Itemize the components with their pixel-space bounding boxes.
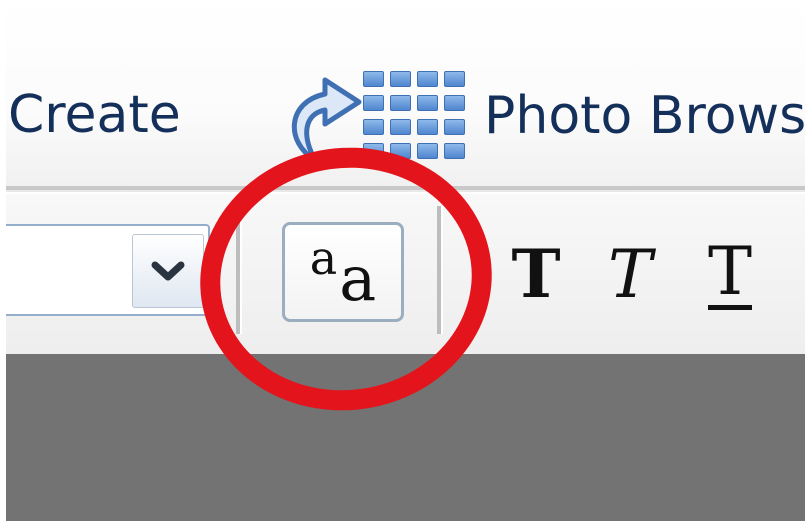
dropdown-button[interactable] [132,234,204,308]
menu-photo-browser[interactable]: Photo Brows [281,68,805,164]
menu-divider [6,186,805,192]
toolbar-separator [437,206,443,334]
workspace-area [6,354,805,521]
text-size-small-glyph: a [309,231,338,285]
italic-icon: T [607,235,653,313]
thumbnail-grid-icon [363,71,465,161]
menu-create[interactable]: Create [8,80,181,150]
photo-browser-grid-arrow-icon [281,68,466,164]
underline-icon: T [707,232,753,310]
underline-button[interactable]: T [698,224,762,324]
left-margin [0,0,6,521]
menu-bar: Create Photo Brows [6,0,805,190]
menu-photo-browser-label: Photo Brows [484,86,805,146]
bold-button[interactable]: T [504,224,568,324]
chevron-down-icon [151,261,185,281]
text-size-large-glyph: a [339,241,377,315]
italic-button[interactable]: T [598,224,662,324]
menu-create-label: Create [8,85,181,145]
bold-icon: T [511,235,561,313]
format-toolbar: a a T T T [0,194,805,354]
curved-arrow-icon [291,77,362,163]
text-size-button[interactable]: a a [282,222,404,322]
screenshot-frame: Create Photo Brows a a T T T [0,0,805,521]
toolbar-separator [236,206,242,334]
font-dropdown[interactable] [0,224,210,316]
